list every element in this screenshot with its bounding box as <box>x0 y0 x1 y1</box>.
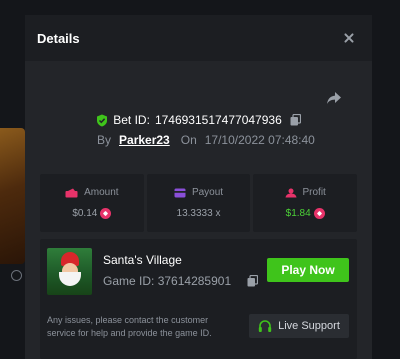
stat-payout-label: Payout <box>191 187 224 198</box>
live-support-label: Live Support <box>278 320 340 332</box>
on-label: On <box>180 133 197 147</box>
modal-header: Details <box>25 15 372 61</box>
game-id: Game ID: 37614285901 <box>103 274 231 288</box>
stat-amount: Amount $0.14 <box>40 174 144 232</box>
coin-icon <box>100 208 112 219</box>
game-id-label: Game ID: <box>103 274 155 288</box>
profit-icon <box>285 188 296 197</box>
stat-profit: Profit $1.84 <box>253 174 358 232</box>
background-info-icon <box>11 270 22 281</box>
details-modal: Details Bet ID: 1746931517477047936 By P… <box>25 15 372 359</box>
game-panel: Santa's Village Game ID: 37614285901 Pla… <box>40 239 357 359</box>
background-game-thumbnail <box>0 128 25 264</box>
headset-icon <box>258 319 272 332</box>
santa-beard-shape <box>59 272 81 286</box>
bet-stats: Amount $0.14 Payout 13.3333 x Profit $1.… <box>40 174 358 232</box>
coin-icon <box>313 208 325 219</box>
bet-id-value: 1746931517477047936 <box>154 113 282 127</box>
modal-title: Details <box>37 30 80 46</box>
by-label: By <box>97 133 112 147</box>
bet-id-label: Bet ID: <box>113 113 150 127</box>
live-support-button[interactable]: Live Support <box>249 314 349 338</box>
stat-payout: Payout 13.3333 x <box>146 174 251 232</box>
stat-profit-value: $1.84 <box>285 208 311 219</box>
payout-icon <box>174 188 186 197</box>
verified-shield-icon <box>97 114 108 126</box>
game-id-value: 37614285901 <box>157 274 232 288</box>
copy-icon[interactable] <box>247 275 258 287</box>
support-message: Any issues, please contact the customer … <box>47 315 212 338</box>
bet-id-row: Bet ID: 1746931517477047936 <box>25 113 372 127</box>
stat-amount-value: $0.14 <box>72 208 98 219</box>
close-icon[interactable] <box>342 31 356 45</box>
username-link[interactable]: Parker23 <box>119 133 170 147</box>
game-thumbnail[interactable] <box>47 248 92 295</box>
game-name: Santa's Village <box>103 253 182 267</box>
stat-profit-label: Profit <box>302 187 326 198</box>
amount-icon <box>65 188 78 197</box>
share-icon[interactable] <box>326 91 342 105</box>
bet-author-row: By Parker23 On 17/10/2022 07:48:40 <box>97 133 315 147</box>
stat-payout-value: 13.3333 x <box>176 208 221 219</box>
play-now-button[interactable]: Play Now <box>267 258 349 282</box>
bet-datetime: 17/10/2022 07:48:40 <box>204 133 315 147</box>
copy-icon[interactable] <box>290 114 301 126</box>
stat-amount-label: Amount <box>84 187 119 198</box>
